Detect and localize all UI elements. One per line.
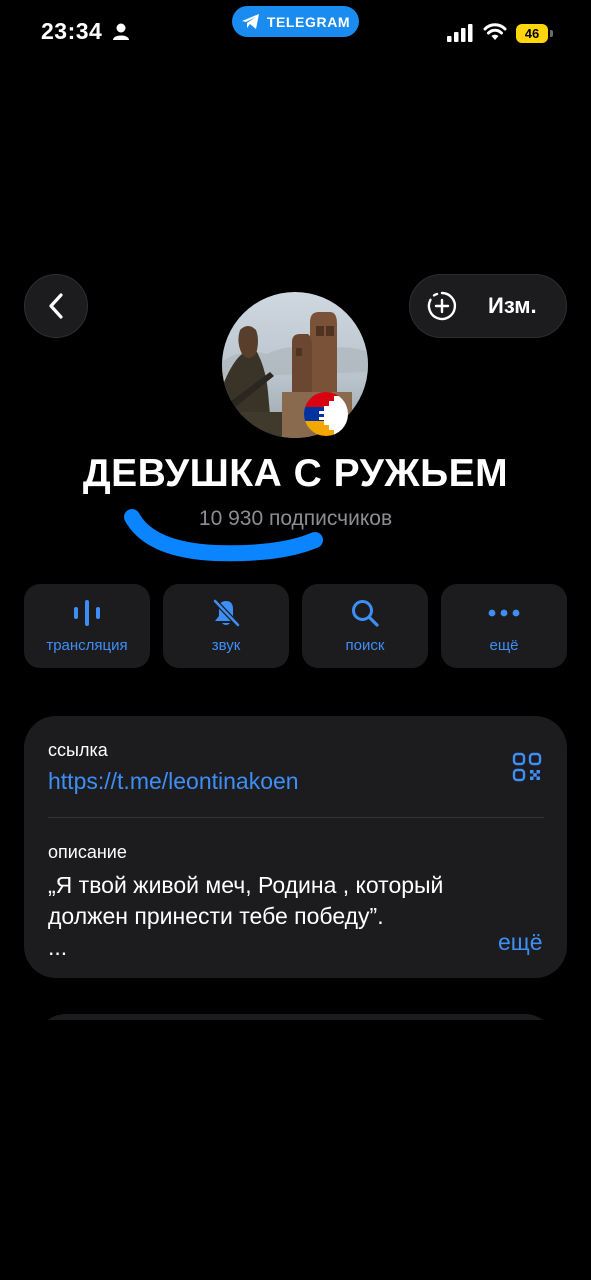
artsakh-flag-badge [304, 392, 348, 436]
broadcast-icon [74, 600, 100, 626]
mute-button[interactable]: звук [163, 584, 289, 668]
chevron-left-icon [49, 293, 63, 319]
description-caption: описание [48, 842, 127, 862]
channel-link[interactable]: https://t.me/leontinakoen [48, 768, 299, 795]
add-story-icon [427, 291, 457, 321]
battery-tip [550, 30, 553, 37]
cellular-signal-icon [447, 24, 473, 42]
description-text: „Я твой живой меч, Родина , который долж… [48, 870, 518, 963]
qr-code-icon[interactable] [512, 752, 542, 782]
link-caption: ссылка [48, 740, 108, 760]
telegram-pill-label: TELEGRAM [266, 13, 351, 30]
broadcast-button[interactable]: трансляция [24, 584, 150, 668]
wifi-icon [483, 23, 507, 40]
description-more-link[interactable]: ещё [498, 929, 543, 956]
card-divider [48, 817, 544, 818]
back-button[interactable] [24, 274, 88, 338]
channel-title: ДЕВУШКА С РУЖЬЕМ [82, 452, 509, 495]
description-line: должен принести тебе победу”. [48, 903, 384, 929]
telegram-return-pill[interactable]: TELEGRAM [232, 6, 359, 37]
bell-muted-icon [213, 599, 240, 627]
description-line: „Я твой живой меч, Родина , который [48, 872, 444, 898]
telegram-plane-icon [241, 14, 259, 29]
description-ellipsis: ... [48, 934, 68, 960]
edit-button[interactable]: Изм. [409, 274, 567, 338]
status-time: 23:34 [41, 18, 103, 44]
mute-label: звук [211, 637, 241, 654]
broadcast-label: трансляция [46, 637, 128, 654]
channel-info-card: ссылка https://t.me/leontinakoen описани… [24, 716, 567, 978]
more-button[interactable]: ещё [441, 584, 567, 668]
blue-marker-scribble [124, 509, 323, 562]
more-dots-icon [488, 609, 520, 617]
bottom-background [0, 1020, 591, 1080]
battery-indicator: 46 [516, 24, 548, 43]
search-button[interactable]: поиск [302, 584, 428, 668]
search-icon [352, 600, 379, 627]
edit-label: Изм. [488, 293, 537, 318]
search-label: поиск [345, 637, 385, 654]
more-label: ещё [489, 637, 519, 654]
person-icon [113, 23, 129, 40]
